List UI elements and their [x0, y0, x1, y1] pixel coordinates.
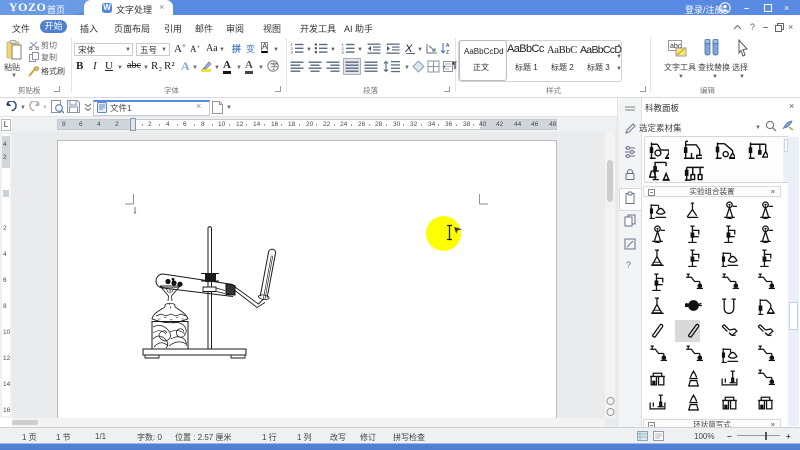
svg-text:字: 字: [270, 61, 278, 71]
svg-text:X: X: [405, 43, 413, 54]
svg-text:A: A: [446, 43, 450, 49]
svg-text:3: 3: [291, 50, 294, 55]
svg-text:3: 3: [342, 50, 345, 55]
svg-text:Z: Z: [446, 50, 449, 55]
